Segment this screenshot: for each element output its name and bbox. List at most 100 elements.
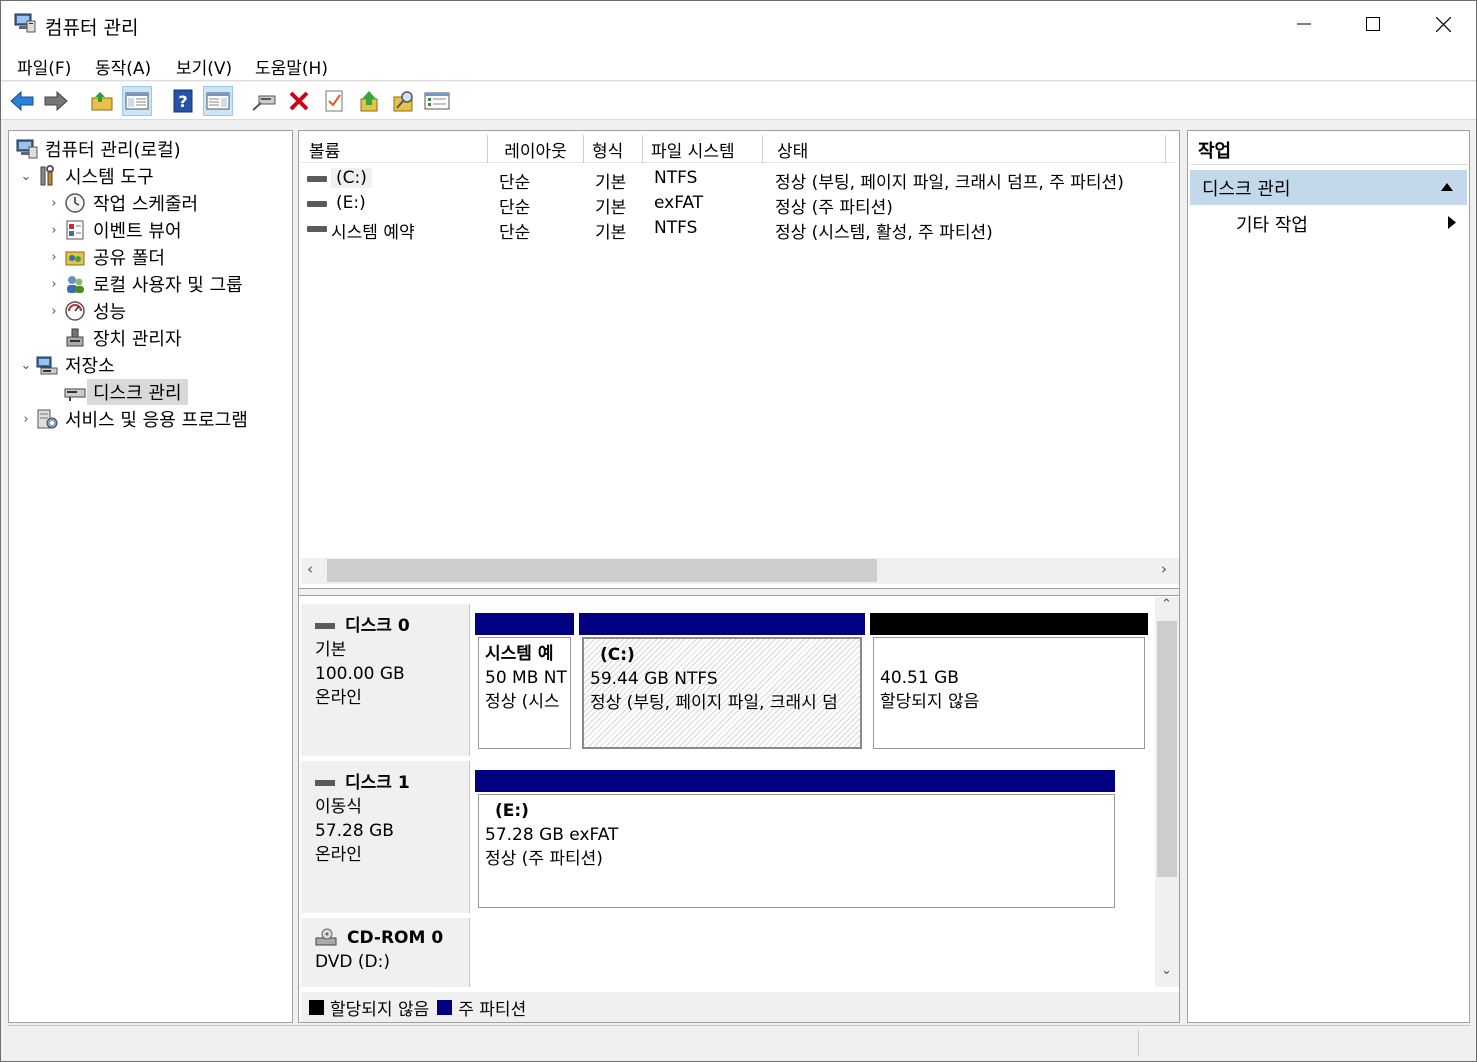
chevron-right-icon[interactable]: › — [45, 223, 63, 238]
minimize-icon — [1297, 23, 1311, 25]
scroll-thumb[interactable] — [327, 559, 877, 582]
column-header-volume[interactable]: 볼륨 — [301, 135, 488, 163]
disk-state: 온라인 — [315, 845, 362, 865]
delete-button[interactable] — [284, 86, 314, 116]
disk-icon — [315, 623, 335, 629]
maximize-button[interactable] — [1338, 1, 1408, 47]
disk-0-label[interactable]: 디스크 0 기본 100.00 GB 온라인 — [301, 604, 470, 756]
up-folder-icon — [91, 92, 113, 111]
forward-button[interactable] — [41, 86, 71, 116]
submenu-arrow-icon[interactable] — [1448, 216, 1456, 229]
check-icon — [325, 90, 343, 112]
disk-state: 온라인 — [315, 688, 362, 708]
chevron-down-icon[interactable]: ⌄ — [17, 358, 35, 373]
partition-system-reserved[interactable]: 시스템 예 50 MB NT 정상 (시스 — [478, 637, 571, 749]
partition-bar-unallocated — [870, 613, 1148, 635]
navigation-tree: 컴퓨터 관리(로컬) ⌄ 시스템 도구 › 작업 스케줄러 › 이벤트 뷰어 ›… — [8, 130, 293, 1023]
tree-item-task-scheduler[interactable]: › 작업 스케줄러 — [45, 190, 198, 216]
actions-pane: 작업 디스크 관리 기타 작업 — [1187, 130, 1470, 1023]
legend-unallocated: 할당되지 않음 — [330, 999, 430, 1020]
volume-row[interactable]: (C:) 단순 기본 NTFS 정상 (부팅, 페이지 파일, 크래시 덤프, … — [301, 166, 1176, 193]
tree-item-device-manager[interactable]: 장치 관리자 — [45, 325, 182, 351]
vertical-scrollbar[interactable]: ⌃ ⌄ — [1155, 597, 1179, 987]
cdrom-0-label[interactable]: CD-ROM 0 DVD (D:) — [301, 918, 470, 987]
pane-splitter[interactable] — [299, 588, 1179, 596]
chevron-down-icon[interactable]: ⌄ — [17, 169, 35, 184]
actions-header: 작업 — [1190, 135, 1467, 165]
tree-item-services-applications[interactable]: › 서비스 및 응용 프로그램 — [17, 406, 248, 432]
users-icon — [63, 273, 87, 295]
tree-item-disk-management[interactable]: 디스크 관리 — [45, 379, 188, 405]
help-button[interactable]: ? — [168, 86, 198, 116]
scroll-right-icon[interactable]: › — [1161, 560, 1167, 578]
scroll-down-icon[interactable]: ⌄ — [1161, 963, 1172, 978]
legend-primary: 주 파티션 — [458, 999, 527, 1020]
chevron-right-icon[interactable]: › — [45, 250, 63, 265]
connect-button[interactable] — [249, 86, 279, 116]
tree-item-performance[interactable]: › 성능 — [45, 298, 126, 324]
minimize-button[interactable] — [1269, 1, 1339, 47]
disk-name: 디스크 1 — [345, 773, 410, 793]
menu-action[interactable]: 동작(A) — [95, 54, 151, 79]
collapse-up-icon[interactable] — [1441, 183, 1453, 191]
volume-layout: 단순 — [499, 173, 531, 193]
volume-status: 정상 (시스템, 활성, 주 파티션) — [775, 223, 993, 243]
cdrom-icon — [315, 928, 337, 946]
computer-management-icon — [15, 138, 39, 160]
delete-icon — [289, 91, 309, 111]
partition-bar-primary — [475, 613, 574, 635]
horizontal-scrollbar[interactable]: ‹ › — [301, 558, 1179, 584]
legend-swatch-unallocated — [309, 999, 324, 1015]
up-folder-button[interactable] — [87, 86, 117, 116]
tree-item-event-viewer[interactable]: › 이벤트 뷰어 — [45, 217, 182, 243]
disk-icon — [315, 780, 335, 786]
menu-bar: 파일(F) 동작(A) 보기(V) 도움말(H) — [1, 47, 1476, 81]
partition-e[interactable]: (E:) 57.28 GB exFAT 정상 (주 파티션) — [478, 794, 1115, 908]
menu-help[interactable]: 도움말(H) — [255, 54, 328, 79]
properties-button[interactable] — [422, 86, 452, 116]
show-hide-tree-button[interactable] — [122, 86, 152, 116]
tree-label: 디스크 관리 — [87, 379, 188, 405]
search-button[interactable] — [389, 86, 419, 116]
show-hide-action-pane-button[interactable] — [203, 86, 233, 116]
disk-kind: DVD (D:) — [315, 952, 390, 972]
volume-row[interactable]: (E:) 단순 기본 exFAT 정상 (주 파티션) — [301, 191, 1176, 218]
disk-1-label[interactable]: 디스크 1 이동식 57.28 GB 온라인 — [301, 761, 470, 913]
tree-item-local-users-groups[interactable]: › 로컬 사용자 및 그룹 — [45, 271, 243, 297]
chevron-right-icon[interactable]: › — [45, 196, 63, 211]
storage-icon — [35, 354, 59, 376]
chevron-right-icon[interactable]: › — [45, 277, 63, 292]
volume-type: 기본 — [595, 198, 627, 218]
column-header-status[interactable]: 상태 — [763, 135, 1166, 163]
menu-file[interactable]: 파일(F) — [17, 54, 71, 79]
volume-row[interactable]: 시스템 예약 단순 기본 NTFS 정상 (시스템, 활성, 주 파티션) — [301, 216, 1176, 243]
close-button[interactable] — [1408, 1, 1477, 47]
tree-item-shared-folders[interactable]: › 공유 폴더 — [45, 244, 165, 270]
scroll-up-icon[interactable]: ⌃ — [1161, 597, 1172, 612]
chevron-right-icon[interactable]: › — [45, 304, 63, 319]
status-bar — [8, 1025, 1470, 1058]
tree-label: 로컬 사용자 및 그룹 — [93, 275, 243, 296]
properties-icon — [424, 92, 450, 110]
chevron-right-icon[interactable]: › — [17, 412, 35, 427]
scroll-left-icon[interactable]: ‹ — [307, 560, 313, 578]
tree-item-storage[interactable]: ⌄ 저장소 — [17, 352, 115, 378]
tree-item-computer-management[interactable]: 컴퓨터 관리(로컬) — [15, 136, 181, 162]
volume-type: 기본 — [595, 173, 627, 193]
partition-unallocated[interactable]: 40.51 GB 할당되지 않음 — [873, 637, 1145, 749]
upload-button[interactable] — [354, 86, 384, 116]
tree-label: 이벤트 뷰어 — [93, 221, 182, 242]
tree-item-system-tools[interactable]: ⌄ 시스템 도구 — [17, 163, 154, 189]
back-button[interactable] — [7, 86, 37, 116]
shared-folder-icon — [63, 246, 87, 268]
column-header-filesystem[interactable]: 파일 시스템 — [643, 135, 763, 163]
check-button[interactable] — [319, 86, 349, 116]
column-header-layout[interactable]: 레이아웃 — [488, 135, 584, 163]
action-more-actions[interactable]: 기타 작업 — [1236, 211, 1308, 237]
column-header-type[interactable]: 형식 — [584, 135, 643, 163]
partition-c[interactable]: (C:) 59.44 GB NTFS 정상 (부팅, 페이지 파일, 크래시 덤 — [582, 637, 862, 749]
actions-section-disk-management[interactable]: 디스크 관리 — [1190, 170, 1467, 205]
scroll-thumb[interactable] — [1157, 621, 1177, 877]
disk-kind: 이동식 — [315, 797, 362, 817]
menu-view[interactable]: 보기(V) — [176, 54, 232, 79]
